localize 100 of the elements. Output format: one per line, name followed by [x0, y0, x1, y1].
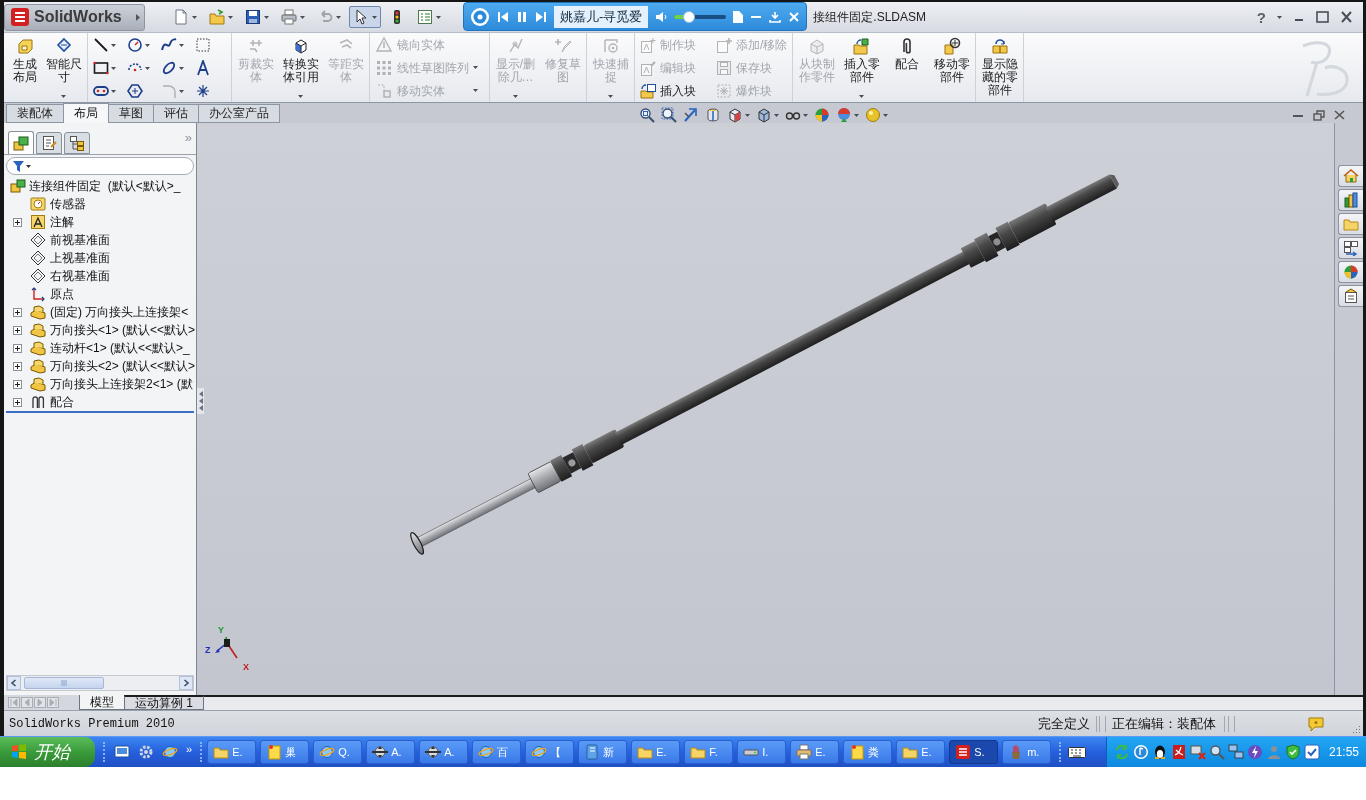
- more-button[interactable]: »: [186, 744, 193, 755]
- expand-icon[interactable]: [13, 217, 22, 227]
- taskbar-button[interactable]: A.: [419, 740, 469, 764]
- taskbar-button[interactable]: 粪: [843, 740, 893, 764]
- help-button[interactable]: ?: [1256, 9, 1266, 25]
- command-tab[interactable]: 布局: [63, 103, 109, 123]
- shield-icon[interactable]: [1284, 744, 1301, 760]
- select-button[interactable]: [349, 6, 381, 28]
- task-pane-tab[interactable]: [1338, 237, 1363, 259]
- globe-icon[interactable]: [162, 744, 178, 760]
- help-bubble-icon[interactable]: [1307, 715, 1325, 732]
- expand-icon[interactable]: [13, 397, 22, 407]
- scene-icon[interactable]: [836, 107, 853, 123]
- tree-item[interactable]: 右视基准面: [30, 267, 110, 285]
- expand-icon[interactable]: [13, 361, 22, 371]
- tree-item[interactable]: 上视基准面: [30, 249, 110, 267]
- taskbar-button[interactable]: 巢: [260, 740, 310, 764]
- taskbar-button[interactable]: 【: [525, 740, 575, 764]
- previous-view-icon[interactable]: [683, 107, 700, 123]
- panel-tab[interactable]: [8, 131, 34, 154]
- tree-item[interactable]: (固定) 万向接头上连接架<: [30, 303, 189, 321]
- pause-icon[interactable]: [516, 10, 528, 23]
- network-icon[interactable]: [1227, 744, 1244, 760]
- slider-thumb[interactable]: [682, 10, 695, 23]
- check-badge-icon[interactable]: [1303, 744, 1320, 760]
- ribbon-button[interactable]: 移动零部件: [930, 33, 974, 102]
- ribbon-button[interactable]: 转换实体引用: [279, 33, 322, 102]
- tree-item[interactable]: 原点: [30, 285, 74, 303]
- display-style-icon[interactable]: [756, 107, 773, 123]
- keyboard-icon[interactable]: [1068, 745, 1087, 759]
- scroll-left-icon[interactable]: [7, 676, 21, 690]
- file-icon[interactable]: [733, 10, 744, 23]
- appearance-icon[interactable]: [814, 107, 831, 123]
- close-icon[interactable]: [1340, 11, 1353, 23]
- task-pane-tab[interactable]: [1338, 165, 1363, 187]
- taskbar-button[interactable]: F.: [684, 740, 734, 764]
- music-circle-icon[interactable]: [1132, 744, 1149, 760]
- task-pane-tab[interactable]: [1338, 189, 1363, 211]
- collapse-handle-icon[interactable]: [197, 388, 204, 414]
- tree-item[interactable]: 注解: [30, 213, 74, 231]
- start-button[interactable]: 开始: [0, 737, 95, 767]
- lightning-icon[interactable]: [1246, 744, 1263, 760]
- task-pane-tab[interactable]: [1338, 261, 1363, 283]
- scrollbar-thumb[interactable]: [24, 677, 104, 689]
- gear-icon[interactable]: [138, 744, 154, 760]
- taskbar-button[interactable]: E.: [631, 740, 681, 764]
- filter-field[interactable]: [6, 157, 194, 175]
- tree-item[interactable]: 连动杆<1> (默认<<默认>_: [30, 339, 190, 357]
- ribbon-button[interactable]: 插入块: [640, 79, 696, 102]
- network-error-icon[interactable]: [1189, 744, 1206, 760]
- zoom-area-icon[interactable]: [661, 107, 678, 123]
- tree-item[interactable]: 万向接头上连接架2<1> (默: [30, 375, 193, 393]
- taskbar-button[interactable]: E.: [207, 740, 257, 764]
- expand-icon[interactable]: [13, 307, 22, 317]
- taskbar-button[interactable]: 新: [578, 740, 628, 764]
- taskbar-button[interactable]: E.: [790, 740, 840, 764]
- taskbar-button[interactable]: m.: [1002, 740, 1052, 764]
- taskbar-button[interactable]: A.: [366, 740, 416, 764]
- tree-item[interactable]: 万向接头<2> (默认<<默认>: [30, 357, 196, 375]
- expand-icon[interactable]: [13, 343, 22, 353]
- command-tab[interactable]: 评估: [153, 104, 199, 123]
- expand-icon[interactable]: [13, 325, 22, 335]
- panel-tab[interactable]: [64, 132, 90, 154]
- taskbar-button[interactable]: I.: [737, 740, 787, 764]
- app-menu-button[interactable]: SolidWorks: [4, 3, 145, 31]
- horizontal-scrollbar[interactable]: [6, 675, 194, 691]
- bottom-tab[interactable]: 模型: [79, 695, 125, 710]
- restore-icon[interactable]: [1313, 109, 1325, 121]
- taskbar-button[interactable]: S.: [949, 740, 999, 764]
- expand-icon[interactable]: [13, 379, 22, 389]
- command-tab[interactable]: 装配体: [6, 104, 64, 123]
- ribbon-button[interactable]: 显示隐藏的零部件: [978, 33, 1022, 102]
- pdf-icon[interactable]: [1170, 744, 1187, 760]
- scroll-right-icon[interactable]: [179, 676, 193, 690]
- bottom-tab[interactable]: 运动算例 1: [124, 695, 204, 710]
- tree-item[interactable]: 连接组件固定 (默认<默认>_: [10, 177, 181, 195]
- desktop-icon[interactable]: [114, 744, 130, 760]
- ribbon-button[interactable]: 生成布局: [9, 33, 40, 102]
- command-tab[interactable]: 草图: [108, 104, 154, 123]
- section-view-icon[interactable]: [705, 107, 722, 123]
- tree-item[interactable]: 万向接头<1> (默认<<默认>: [30, 321, 196, 339]
- ribbon-button[interactable]: 配合: [885, 33, 929, 102]
- magnifier-icon[interactable]: [1208, 744, 1225, 760]
- view-settings-icon[interactable]: [865, 107, 882, 123]
- speaker-icon[interactable]: [655, 10, 668, 23]
- download-icon[interactable]: [769, 10, 782, 23]
- tree-item[interactable]: 传感器: [30, 195, 86, 213]
- taskbar-button[interactable]: 百: [472, 740, 522, 764]
- next-track-icon[interactable]: [535, 10, 547, 23]
- taskbar-button[interactable]: Q.: [313, 740, 363, 764]
- ribbon-button[interactable]: 插入零部件: [840, 33, 884, 102]
- tree-item[interactable]: 配合: [30, 393, 74, 411]
- command-tab[interactable]: 办公室产品: [198, 104, 280, 123]
- maximize-icon[interactable]: [1316, 11, 1329, 23]
- task-pane-tab[interactable]: [1338, 285, 1363, 307]
- previous-track-icon[interactable]: [497, 10, 509, 23]
- ribbon-button[interactable]: 智能尺寸: [42, 33, 85, 102]
- tree-item[interactable]: 前视基准面: [30, 231, 110, 249]
- more-button[interactable]: »: [184, 131, 192, 145]
- taskbar-button[interactable]: E.: [896, 740, 946, 764]
